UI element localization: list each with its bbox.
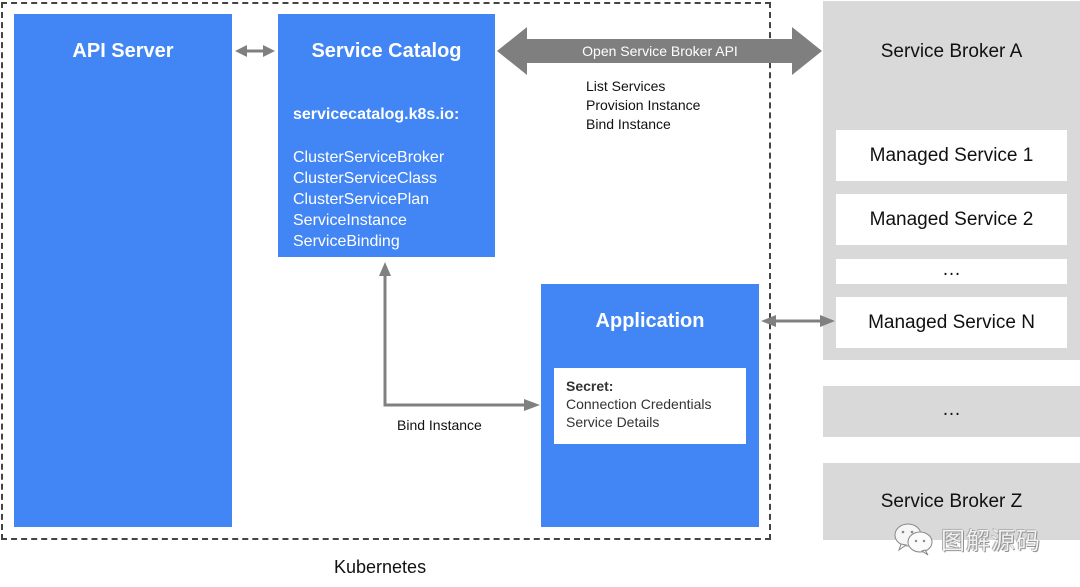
api-group-label: servicecatalog.k8s.io: bbox=[293, 106, 460, 123]
service-broker-z-title: Service Broker Z bbox=[880, 491, 1023, 512]
secret-label: Secret: bbox=[566, 378, 614, 394]
operation-item: List Services bbox=[586, 78, 666, 94]
application-title: Application bbox=[595, 310, 705, 332]
watermark-text: 图解源码 bbox=[941, 528, 1041, 555]
service-broker-a-box: Service Broker A Managed Service 1 Manag… bbox=[823, 1, 1080, 360]
managed-service-item: Managed Service N bbox=[836, 297, 1067, 348]
bind-instance-label: Bind Instance bbox=[397, 417, 482, 433]
resource-list: ClusterServiceBroker ClusterServiceClass… bbox=[293, 147, 444, 252]
resource-item: ClusterServiceBroker bbox=[293, 149, 445, 166]
managed-service-item: Managed Service 1 bbox=[836, 130, 1067, 181]
operation-item: Bind Instance bbox=[586, 116, 671, 132]
resource-item: ServiceInstance bbox=[293, 212, 407, 229]
service-broker-ellipsis-box: … bbox=[823, 386, 1080, 437]
service-catalog-title: Service Catalog bbox=[311, 40, 462, 62]
resource-item: ServiceBinding bbox=[293, 233, 400, 250]
operation-item: Provision Instance bbox=[586, 97, 701, 113]
application-box: Application Secret: Connection Credentia… bbox=[541, 284, 759, 527]
secret-box: Secret: Connection Credentials Service D… bbox=[554, 368, 746, 444]
service-broker-a-title: Service Broker A bbox=[880, 41, 1023, 62]
wechat-icon bbox=[894, 523, 933, 555]
watermark: 图解源码 bbox=[893, 521, 1041, 556]
managed-service-ellipsis: … bbox=[836, 259, 1067, 284]
api-server-box: API Server bbox=[14, 14, 232, 527]
kubernetes-label: Kubernetes bbox=[334, 557, 427, 577]
broker-operations-list: List Services Provision Instance Bind In… bbox=[586, 77, 700, 134]
secret-line: Connection Credentials bbox=[566, 396, 712, 412]
managed-service-item: Managed Service 2 bbox=[836, 194, 1067, 245]
resource-item: ClusterServicePlan bbox=[293, 191, 430, 208]
secret-line: Service Details bbox=[566, 414, 660, 430]
service-catalog-box: Service Catalog servicecatalog.k8s.io: C… bbox=[278, 14, 495, 257]
api-server-title: API Server bbox=[72, 40, 174, 62]
open-service-broker-label: Open Service Broker API bbox=[582, 43, 738, 59]
resource-item: ClusterServiceClass bbox=[293, 170, 438, 187]
